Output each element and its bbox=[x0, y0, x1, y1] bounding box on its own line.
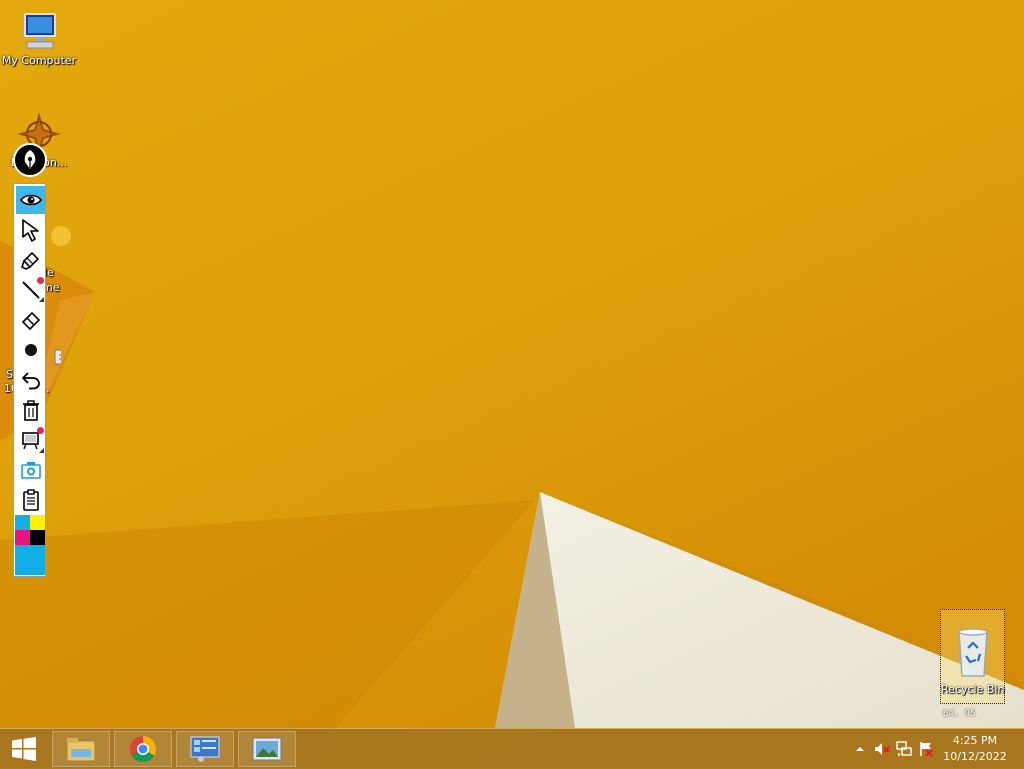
undo-tool[interactable] bbox=[16, 366, 45, 394]
action-center-flag-icon bbox=[920, 742, 933, 757]
taskbar-image-viewer[interactable] bbox=[238, 731, 296, 767]
action-center-button[interactable] bbox=[918, 741, 934, 757]
network-button[interactable] bbox=[896, 741, 912, 757]
recycle-bin-label: Recycle Bin bbox=[941, 683, 1005, 696]
network-icon bbox=[896, 741, 912, 756]
desktop-icon-label: My Computer bbox=[1, 54, 77, 67]
pen-toolbar bbox=[13, 183, 46, 577]
recycle-bin-icon bbox=[957, 628, 988, 677]
pen-toolbar-logo[interactable] bbox=[13, 143, 47, 177]
line-tool-menu-arrow[interactable] bbox=[39, 297, 44, 302]
view-tool[interactable] bbox=[16, 186, 45, 214]
highlighter-icon bbox=[20, 251, 39, 270]
pen-nib-icon bbox=[24, 150, 36, 169]
select-tool[interactable] bbox=[16, 216, 45, 244]
clipboard-tool[interactable] bbox=[16, 486, 45, 514]
eraser-tool[interactable] bbox=[16, 306, 45, 334]
eye-icon bbox=[19, 194, 42, 206]
color-swatch-magenta[interactable] bbox=[15, 530, 30, 545]
highlighter-tool[interactable] bbox=[16, 246, 45, 274]
windows-logo-icon bbox=[12, 737, 36, 761]
arrow-cursor-icon bbox=[21, 219, 39, 242]
desktop-icon-my-computer[interactable]: My Computer bbox=[0, 10, 78, 68]
system-tray: 4:25 PM 10/12/2022 bbox=[844, 729, 1024, 769]
taskbar-chrome[interactable] bbox=[114, 731, 172, 767]
clock-date: 10/12/2022 bbox=[943, 750, 1007, 763]
taskbar-control-panel[interactable] bbox=[176, 731, 234, 767]
computer-icon bbox=[24, 13, 56, 49]
taskbar-clock[interactable]: 4:25 PM 10/12/2022 bbox=[940, 733, 1010, 765]
taskbar-file-explorer[interactable] bbox=[52, 731, 110, 767]
start-button[interactable] bbox=[0, 729, 48, 769]
volume-muted-icon bbox=[875, 743, 890, 755]
color-swatch-black[interactable] bbox=[30, 530, 45, 545]
clock-time: 4:25 PM bbox=[952, 734, 998, 747]
folder-icon bbox=[66, 738, 96, 762]
dot-icon bbox=[24, 344, 37, 356]
eraser-icon bbox=[21, 311, 40, 331]
selected-color-indicator[interactable] bbox=[15, 545, 45, 575]
clipboard-icon bbox=[22, 489, 39, 511]
whiteboard-color-badge bbox=[37, 427, 44, 434]
control-panel-icon bbox=[190, 736, 220, 762]
color-swatch-cyan[interactable] bbox=[15, 515, 30, 530]
volume-button[interactable] bbox=[874, 741, 890, 757]
cursor-coordinates-readout: 64, 95 bbox=[943, 709, 976, 719]
delete-tool[interactable] bbox=[16, 396, 45, 424]
desktop-icon-recycle-bin[interactable]: Recycle Bin bbox=[940, 609, 1005, 704]
whiteboard-menu-arrow[interactable] bbox=[39, 448, 44, 453]
desktop-wallpaper bbox=[0, 0, 1024, 768]
picture-icon bbox=[252, 737, 282, 761]
camera-icon bbox=[20, 462, 41, 479]
trash-icon bbox=[22, 400, 39, 421]
chrome-icon bbox=[129, 735, 157, 763]
undo-icon bbox=[21, 372, 40, 390]
show-hidden-icon bbox=[856, 747, 864, 751]
color-swatch-yellow[interactable] bbox=[30, 515, 45, 530]
show-hidden-icons-button[interactable] bbox=[852, 741, 868, 757]
pen-size-tool[interactable] bbox=[16, 336, 45, 364]
taskbar: 4:25 PM 10/12/2022 bbox=[0, 728, 1024, 769]
screenshot-tool[interactable] bbox=[16, 456, 45, 484]
